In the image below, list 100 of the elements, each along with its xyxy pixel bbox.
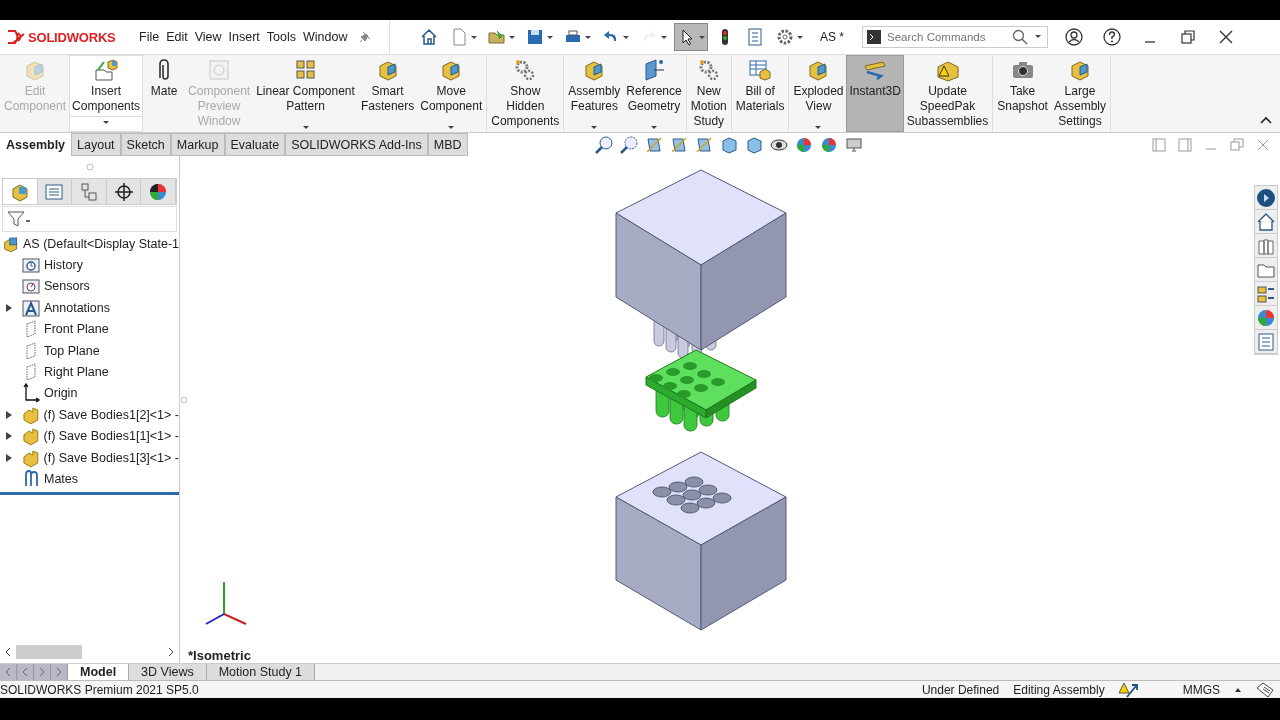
command-tab[interactable]: Sketch (120, 133, 171, 156)
sensors-icon (21, 276, 41, 297)
ribbon-button[interactable]: Update SpeedPak Subassemblies (903, 55, 992, 132)
panel-tab[interactable] (106, 179, 142, 204)
units-selector[interactable]: MMGS (1182, 682, 1220, 697)
ribbon-button[interactable]: New Motion Study (687, 55, 730, 132)
origin-icon (21, 383, 41, 404)
part-icon (20, 447, 41, 468)
save-icon (525, 27, 545, 47)
scroll-right-icon[interactable] (167, 647, 175, 657)
expand-arrow-icon[interactable] (5, 432, 12, 441)
panel-handle-icon[interactable] (85, 163, 94, 171)
tree-item[interactable]: (f) Save Bodies1[2]<1> - (0, 404, 179, 426)
home-icon (1256, 211, 1276, 232)
appearance-icon (1256, 307, 1276, 328)
menu-item[interactable]: Edit (166, 30, 188, 44)
document-tab[interactable]: 3D Views (129, 664, 207, 680)
tree-item[interactable]: (f) Save Bodies1[1]<1> - (0, 425, 179, 447)
appearance-tab[interactable] (1255, 306, 1277, 330)
select-arrow-button[interactable] (674, 23, 708, 51)
gear-icon (775, 27, 795, 47)
help-icon[interactable] (1102, 27, 1122, 47)
tree-item[interactable]: Annotations (0, 297, 179, 319)
tree-item[interactable]: Origin (0, 382, 179, 405)
tree-item[interactable]: Mates (0, 468, 179, 490)
rebuild-warning-icon[interactable] (1118, 681, 1139, 698)
caret-icon[interactable] (1035, 35, 1041, 39)
tree-item[interactable]: AS (Default<Display State-1 (0, 233, 179, 255)
target-icon (113, 181, 134, 202)
command-tab[interactable]: Markup (170, 133, 225, 156)
home-tab[interactable] (1255, 210, 1277, 234)
user-icon[interactable] (1064, 27, 1084, 47)
ribbon-button[interactable]: Assembly Features (565, 55, 624, 132)
ribbon-button[interactable]: Insert Components (69, 55, 144, 132)
ribbon-button[interactable]: Instant3D (846, 55, 904, 132)
view-name: *Isometric (188, 648, 251, 663)
list-tab[interactable] (1255, 330, 1277, 354)
search-field[interactable]: Search Commands (862, 26, 1048, 48)
command-tab[interactable]: SOLIDWORKS Add-Ins (285, 133, 428, 156)
globe-tab[interactable] (1255, 186, 1277, 210)
ruler-icon (863, 58, 888, 82)
ribbon-button[interactable]: Move Component (417, 55, 486, 132)
menu-item[interactable]: Tools (266, 30, 297, 44)
ribbon-button[interactable]: Bill of Materials (732, 55, 788, 132)
pin-icon[interactable] (358, 31, 371, 43)
zoom-area-icon[interactable] (618, 134, 639, 155)
part-icon (20, 426, 41, 447)
command-tab[interactable]: MBD (427, 133, 468, 156)
ribbon-button[interactable]: Take Snapshot (994, 55, 1051, 132)
caret-icon[interactable] (1234, 686, 1242, 693)
pattern-icon (293, 58, 318, 82)
insert-icon (94, 58, 119, 82)
ribbon-button[interactable]: Large Assembly Settings (1050, 55, 1109, 132)
menu-item[interactable]: Window (303, 30, 348, 44)
editing-status: Editing Assembly (1013, 682, 1105, 697)
command-tab[interactable]: Evaluate (224, 133, 286, 156)
search-icon[interactable] (1012, 29, 1028, 45)
library-tab[interactable] (1255, 234, 1277, 258)
menu-item[interactable]: Insert (228, 30, 260, 44)
appearance-icon (148, 181, 169, 202)
list-icon (1256, 331, 1276, 352)
tree-item[interactable]: Right Plane (0, 361, 179, 383)
filter-icon[interactable] (6, 209, 32, 229)
ribbon-button[interactable]: Mate (143, 55, 186, 132)
ribbon-button[interactable]: Reference Geometry (623, 55, 685, 132)
scrollbar-thumb[interactable] (16, 645, 82, 659)
panel-tab[interactable] (141, 179, 176, 204)
document-tab[interactable]: Model (68, 664, 130, 680)
scroll-left-icon[interactable] (4, 647, 12, 657)
ribbon-button[interactable]: Exploded View (790, 55, 847, 132)
collapse-caret-icon[interactable] (1260, 116, 1272, 124)
history-icon (21, 255, 41, 276)
tree-item[interactable]: (f) Save Bodies1[3]<1> - (0, 446, 179, 469)
document-name: AS * (820, 30, 845, 44)
globe-icon (1256, 187, 1276, 208)
tree-item[interactable]: Top Plane (0, 339, 179, 362)
tree-item[interactable]: Sensors (0, 275, 179, 298)
tag-icon[interactable] (1256, 681, 1274, 698)
document-tab[interactable]: Motion Study 1 (206, 664, 316, 680)
expand-arrow-icon[interactable] (5, 410, 12, 419)
table-icon (748, 58, 773, 82)
expand-arrow-icon[interactable] (5, 453, 12, 462)
folder-tab[interactable] (1255, 258, 1277, 282)
splitter-handle-icon[interactable] (180, 395, 188, 404)
tree-item[interactable]: Front Plane (0, 318, 179, 340)
command-tab[interactable]: Layout (71, 133, 121, 156)
definition-status: Under Defined (921, 682, 1000, 697)
plane-icon (642, 58, 667, 82)
tree-item[interactable]: History (0, 254, 179, 276)
terminal-icon (867, 30, 881, 44)
restore-icon[interactable] (1178, 27, 1198, 47)
home-icon (419, 27, 439, 47)
menu-item[interactable]: File (139, 30, 160, 44)
menu-item[interactable]: View (194, 30, 222, 44)
ribbon-button[interactable]: Smart Fasteners (357, 55, 418, 132)
expand-arrow-icon[interactable] (6, 303, 12, 312)
property-manager-icon (44, 181, 65, 202)
zoom-to-fit-icon[interactable] (593, 134, 614, 155)
ribbon-button[interactable]: Show Hidden Components (488, 55, 563, 132)
ribbon-button[interactable]: Linear Component Pattern (253, 55, 358, 132)
